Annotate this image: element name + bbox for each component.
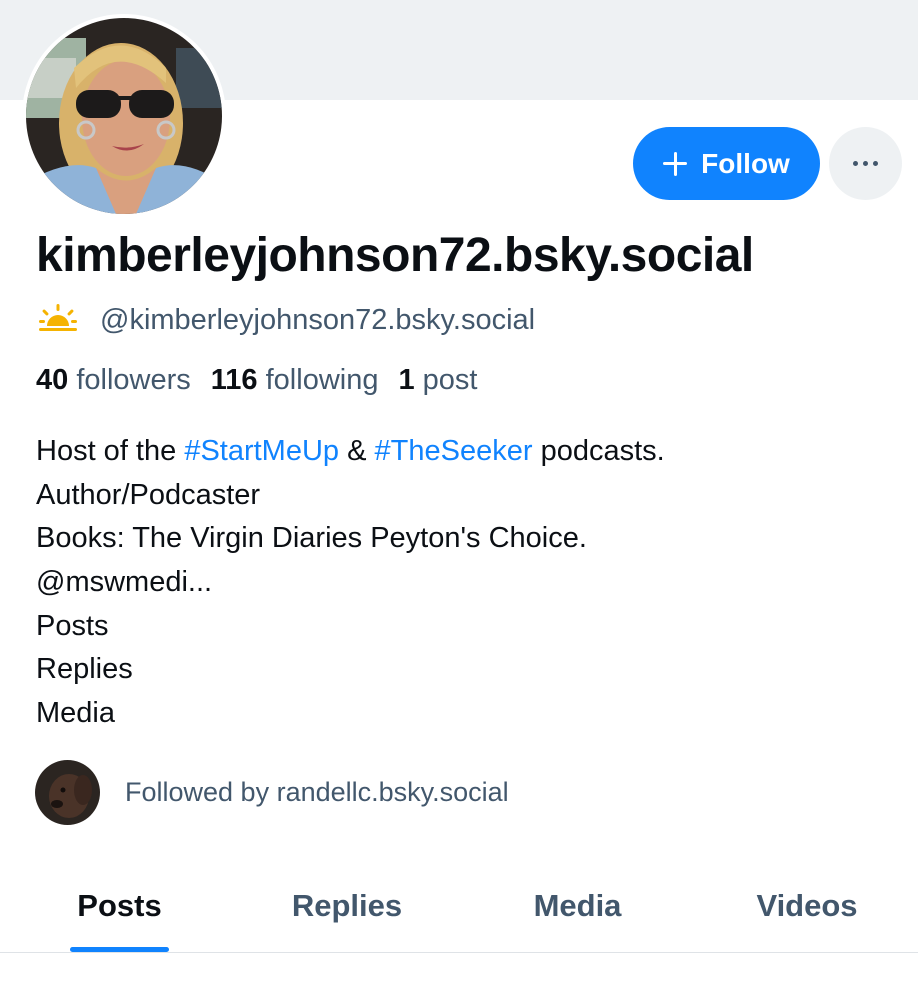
hashtag-link[interactable]: #TheSeeker [375,435,533,467]
bio-line: Books: The Virgin Diaries Peyton's Choic… [36,522,587,555]
posts-stat: 1 post [398,364,477,397]
profile-avatar[interactable] [26,18,222,214]
following-label: following [265,364,379,396]
profile-handle[interactable]: @kimberleyjohnson72.bsky.social [100,304,535,337]
ellipsis-icon-dot [863,161,868,166]
tab-label: Replies [291,888,403,923]
bio-text: Host of the [36,435,185,467]
tab-label: Posts [77,888,162,923]
hashtag-link[interactable]: #StartMeUp [184,435,339,467]
profile-bio: Host of the #StartMeUp & #TheSeeker podc… [36,430,665,736]
posts-label: post [422,364,478,396]
profile-display-name: kimberleyjohnson72.bsky.social [36,229,754,282]
bio-line: Posts [36,609,109,642]
tab-replies[interactable]: Replies [280,860,414,952]
posts-count: 1 [398,364,415,396]
followers-stat[interactable]: 40 followers [36,364,191,397]
tab-posts[interactable]: Posts [70,860,169,952]
following-stat[interactable]: 116 following [211,364,379,397]
profile-tabs: Posts Replies Media Videos [0,860,918,953]
follower-avatar [35,760,100,825]
ellipsis-icon-dot [873,161,878,166]
active-tab-indicator [70,947,169,952]
bio-line: Replies [36,653,133,686]
follow-button[interactable]: Follow [633,127,820,200]
bio-text: podcasts. [532,435,665,467]
bio-line: Media [36,697,115,730]
tab-media[interactable]: Media [520,860,635,952]
bio-line: @mswmedi... [36,566,213,599]
sunrise-icon [36,303,80,337]
bio-text: & [339,435,375,467]
plus-icon [663,151,688,176]
profile-avatar-frame [22,14,226,218]
handle-row: @kimberleyjohnson72.bsky.social [36,300,535,340]
tab-videos[interactable]: Videos [742,860,872,952]
followers-count: 40 [36,364,69,396]
ellipsis-icon-dot [853,161,858,166]
bio-line: Author/Podcaster [36,478,261,511]
followed-by-row[interactable]: Followed by randellc.bsky.social [35,760,509,825]
follow-button-label: Follow [701,147,790,179]
bio-line: Host of the #StartMeUp & #TheSeeker podc… [36,430,665,474]
profile-stats: 40 followers 116 following 1 post [36,364,498,397]
followers-label: followers [76,364,191,396]
more-options-button[interactable] [829,127,902,200]
tab-label: Videos [756,888,858,923]
tab-label: Media [533,888,622,923]
followed-by-text: Followed by randellc.bsky.social [125,777,509,807]
following-count: 116 [210,364,258,396]
